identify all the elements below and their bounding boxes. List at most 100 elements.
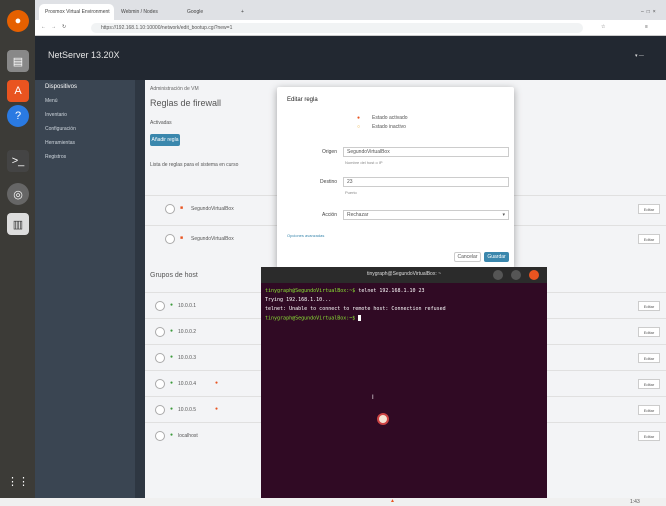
address-bar[interactable]: https://192.168.1.10:10000/network/edit_… (91, 23, 583, 33)
status-dot-icon: ● (170, 328, 174, 334)
origin-field[interactable]: SegundoVirtualBox (343, 147, 509, 157)
option-inactive: Estado inactivo (372, 124, 406, 130)
sidebar-item-tools[interactable]: Herramientas (35, 136, 135, 150)
vm-label: SegundoVirtualBox (191, 206, 234, 212)
add-rule-button[interactable]: Añadir regla (150, 134, 180, 146)
sidebar-rail (135, 80, 145, 506)
status-dot-icon: ● (170, 432, 174, 438)
action-select-value: Rechazar (347, 212, 369, 218)
vm-icon: ■ (180, 235, 184, 241)
sidebar-item-logs[interactable]: Registros (35, 150, 135, 164)
row-checkbox[interactable] (155, 353, 165, 363)
back-icon[interactable]: ← (41, 24, 46, 30)
sidebar-header[interactable]: Dispositivos (35, 80, 135, 94)
terminal-prompt: tinygraph@SegundoVirtualBox:~$ (265, 288, 356, 294)
terminal-window[interactable]: tinygraph@SegundoVirtualBox: ~ tinygraph… (261, 267, 547, 506)
minimize-icon[interactable] (493, 270, 503, 280)
cancel-button[interactable]: Cancelar (454, 252, 481, 262)
edit-button[interactable]: Editar (638, 379, 660, 389)
edit-button[interactable]: Editar (638, 353, 660, 363)
browser-toolbar: ← → ↻ https://192.168.1.10:10000/network… (35, 20, 666, 36)
close-icon[interactable] (529, 270, 539, 280)
terminal-titlebar[interactable]: tinygraph@SegundoVirtualBox: ~ (261, 267, 547, 283)
firefox-icon[interactable]: ● (7, 10, 29, 32)
document-icon[interactable]: ▥ (7, 213, 29, 235)
radio-active-icon[interactable]: ● (357, 115, 360, 121)
row-checkbox[interactable] (165, 234, 175, 244)
app-header: NetServer 13.20X ▾ — (35, 36, 666, 80)
action-label: Acción (321, 212, 337, 218)
forward-icon[interactable]: → (51, 24, 56, 30)
edit-button[interactable]: Editar (638, 234, 660, 244)
edit-button[interactable]: Editar (638, 431, 660, 441)
software-icon[interactable]: A (7, 80, 29, 102)
row-checkbox[interactable] (155, 327, 165, 337)
row-checkbox[interactable] (165, 204, 175, 214)
disc-icon[interactable]: ◎ (7, 183, 29, 205)
terminal-line: tinygraph@SegundoVirtualBox:~$ (265, 315, 362, 322)
status-dot-icon: ● (170, 302, 174, 308)
status-dot-icon: ● (170, 380, 174, 386)
files-icon[interactable]: ▤ (7, 50, 29, 72)
sidebar-item-config[interactable]: Configuración (35, 122, 135, 136)
vm-label: SegundoVirtualBox (191, 236, 234, 242)
row-checkbox[interactable] (155, 431, 165, 441)
edit-button[interactable]: Editar (638, 327, 660, 337)
clock: 1:43 (630, 499, 640, 505)
new-tab-button[interactable]: + (235, 4, 247, 20)
breadcrumb: Administración de VM (150, 86, 199, 92)
edit-button[interactable]: Editar (638, 204, 660, 214)
dest-field[interactable]: 23 (343, 177, 509, 187)
host-label: 10.0.0.3 (178, 355, 197, 361)
notification-icon[interactable]: ▲ (390, 498, 395, 504)
terminal-line: tinygraph@SegundoVirtualBox:~$ telnet 19… (265, 288, 425, 294)
tab-webmin[interactable]: Webmin / Nodes (115, 4, 180, 20)
menu-icon[interactable]: ≡ (645, 24, 648, 30)
busy-indicator-icon (377, 413, 389, 425)
apps-grid-icon[interactable]: ⋮⋮ (7, 470, 29, 492)
reload-icon[interactable]: ↻ (62, 24, 66, 30)
host-label: localhost (178, 433, 198, 439)
tab-proxmox[interactable]: Proxmox Virtual Environment (39, 4, 114, 20)
tab-strip: Proxmox Virtual Environment Webmin / Nod… (35, 0, 666, 20)
alert-dot-icon: ● (215, 380, 219, 386)
tab-google[interactable]: Google (181, 4, 231, 20)
terminal-line: telnet: Unable to connect to remote host… (265, 306, 446, 312)
status-dot-icon: ● (170, 406, 174, 412)
launcher-dock: ● ▤ A ? >_ ◎ ▥ ⋮⋮ (0, 0, 35, 506)
mouse-cursor-icon: I (372, 395, 374, 401)
app-title: NetServer 13.20X (48, 50, 120, 60)
option-active: Estado activado (372, 115, 408, 121)
edit-rule-dialog: Editar regla ● Estado activado ○ Estado … (277, 87, 514, 268)
row-checkbox[interactable] (155, 301, 165, 311)
alert-dot-icon: ● (215, 406, 219, 412)
terminal-icon[interactable]: >_ (7, 150, 29, 172)
origin-label: Origen (321, 149, 337, 155)
action-select[interactable]: Rechazar ▾ (343, 210, 509, 220)
edit-button[interactable]: Editar (638, 405, 660, 415)
row-checkbox[interactable] (155, 379, 165, 389)
edit-button[interactable]: Editar (638, 301, 660, 311)
dest-label: Destino (320, 179, 337, 185)
help-icon[interactable]: ? (7, 105, 29, 127)
radio-inactive-icon[interactable]: ○ (357, 124, 360, 130)
sidebar-item-inventory[interactable]: Inventario (35, 108, 135, 122)
terminal-command: telnet 192.168.1.10 23 (355, 288, 425, 294)
host-label: 10.0.0.1 (178, 303, 197, 309)
row-checkbox[interactable] (155, 405, 165, 415)
terminal-output: Trying 192.168.1.10... (265, 297, 332, 303)
dialog-title: Editar regla (287, 97, 318, 103)
list-caption: Lista de reglas para el sistema en curso (150, 162, 239, 168)
maximize-icon[interactable] (511, 270, 521, 280)
terminal-prompt: tinygraph@SegundoVirtualBox:~$ (265, 315, 356, 322)
dest-hint: Puerto (345, 190, 357, 195)
terminal-output: telnet: Unable to connect to remote host… (265, 306, 446, 312)
terminal-line: Trying 192.168.1.10... (265, 297, 331, 303)
window-controls[interactable]: –□× (635, 4, 661, 20)
host-label: 10.0.0.2 (178, 329, 197, 335)
sidebar-item-menu[interactable]: Menú (35, 94, 135, 108)
save-button[interactable]: Guardar (484, 252, 509, 262)
advanced-options-link[interactable]: Opciones avanzadas (287, 233, 324, 238)
user-menu[interactable]: ▾ — (635, 53, 644, 59)
bookmark-icon[interactable]: ☆ (601, 24, 605, 30)
